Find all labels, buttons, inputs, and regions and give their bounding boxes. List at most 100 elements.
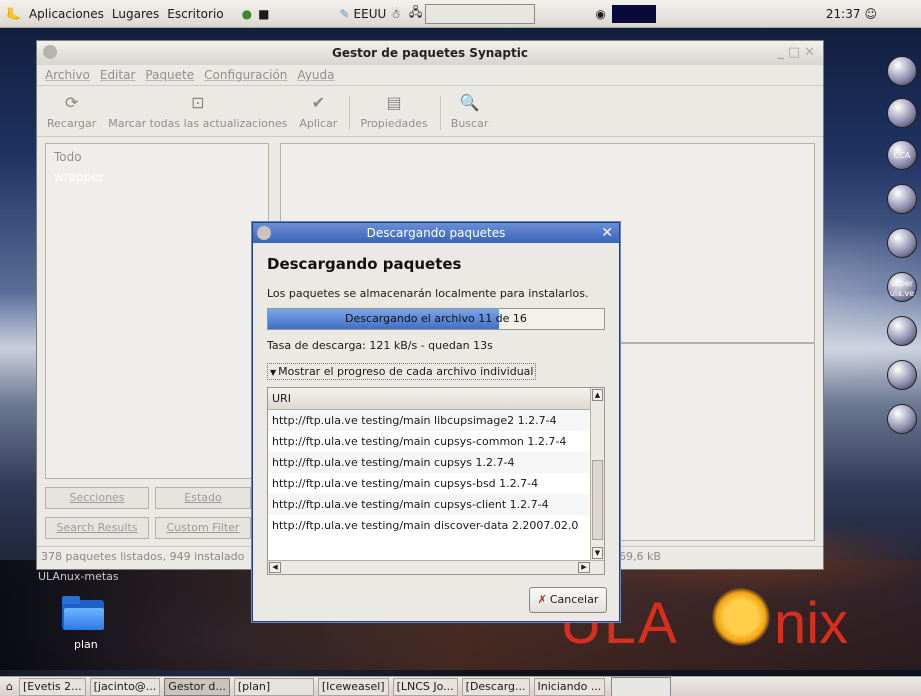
task-iceweasel[interactable]: [Iceweasel]: [317, 677, 389, 696]
ulanix-logo-nix: nix: [774, 591, 849, 656]
list-item[interactable]: http://ftp.ula.ve testing/main discover-…: [268, 515, 590, 536]
task-iniciando[interactable]: Iniciando ...: [533, 677, 606, 696]
window-controls[interactable]: _□✕: [777, 41, 819, 65]
menu-paquete[interactable]: Paquete: [145, 68, 194, 82]
progress-text: Descargando el archivo 11 de 16: [345, 312, 527, 325]
scroll-right-arrow-icon[interactable]: ▶: [578, 562, 590, 573]
task-lncs[interactable]: [LNCS Jo...: [392, 677, 458, 696]
dock-icon-8[interactable]: [887, 360, 917, 390]
apply-label: Aplicar: [299, 117, 338, 130]
menu-places[interactable]: Lugares: [108, 7, 163, 21]
workspace-switcher-bottom[interactable]: [611, 676, 672, 696]
dock-icon-saber[interactable]: saber ula.ve: [887, 272, 917, 302]
task-evetis[interactable]: [Evetis 2...: [18, 677, 86, 696]
uri-rows: http://ftp.ula.ve testing/main libcupsim…: [268, 410, 604, 536]
scroll-down-arrow-icon[interactable]: ▼: [592, 547, 603, 559]
dock-icon-9[interactable]: [887, 404, 917, 434]
toolbar-separator: [349, 96, 351, 130]
menu-desktop[interactable]: Escritorio: [163, 7, 227, 21]
reload-button[interactable]: ⟳ Recargar: [47, 93, 96, 130]
reload-label: Recargar: [47, 117, 97, 130]
checkmark-icon: ✔: [311, 93, 326, 112]
scroll-up-arrow-icon[interactable]: ▲: [592, 389, 603, 401]
user-icon[interactable]: ☺: [865, 7, 878, 21]
properties-button[interactable]: ▤ Propiedades: [360, 93, 427, 130]
package-description: [615, 343, 815, 541]
synaptic-title: Gestor de paquetes Synaptic: [332, 46, 528, 60]
taskbar: ⌂ [Evetis 2... [jacinto@... Gestor d... …: [0, 676, 921, 696]
search-results-button[interactable]: Search Results: [45, 517, 149, 539]
system-monitor: [611, 4, 656, 23]
terminal-launcher-icon[interactable]: ■: [258, 7, 269, 21]
folder-label[interactable]: plan: [74, 638, 98, 651]
status-size: 69,6 kB: [619, 550, 661, 563]
scroll-left-arrow-icon[interactable]: ◀: [269, 562, 281, 573]
dock-icon-5[interactable]: [887, 228, 917, 258]
status-package-count: 378 paquetes listados, 949 instalado: [41, 550, 245, 563]
top-panel: 🦶 Aplicaciones Lugares Escritorio ● ■ ✎ …: [0, 0, 921, 28]
reload-icon: ⟳: [64, 93, 79, 112]
synaptic-titlebar[interactable]: Gestor de paquetes Synaptic _□✕: [37, 41, 823, 65]
foot-menu-icon[interactable]: 🦶: [6, 7, 21, 21]
scroll-thumb[interactable]: [592, 460, 603, 540]
task-terminal[interactable]: [jacinto@...: [89, 677, 161, 696]
folder-icon[interactable]: [62, 596, 104, 630]
dock-icon-cca[interactable]: CCA: [887, 140, 917, 170]
filter-item[interactable]: wrapper: [46, 170, 268, 184]
status-button[interactable]: Estado: [155, 487, 251, 509]
mark-all-upgrades-button[interactable]: ⊡ Marcar todas las actualizaciones: [108, 93, 287, 130]
keyboard-layout-label[interactable]: EEUU: [354, 7, 387, 21]
custom-filter-button[interactable]: Custom Filter: [155, 517, 251, 539]
show-desktop-icon[interactable]: ⌂: [6, 680, 13, 693]
sections-button[interactable]: Secciones: [45, 487, 149, 509]
list-item[interactable]: http://ftp.ula.ve testing/main cupsys-cl…: [268, 494, 590, 515]
vertical-scrollbar[interactable]: ▲ ▼: [590, 388, 604, 560]
task-descargando[interactable]: [Descarg...: [461, 677, 530, 696]
network-status-icon[interactable]: ◉: [595, 7, 605, 21]
cancel-button[interactable]: ✗ Cancelar: [529, 587, 607, 613]
search-label: Buscar: [450, 117, 489, 130]
clock-label[interactable]: 21:37: [826, 7, 861, 21]
synaptic-menubar: Archivo Editar Paquete Configuración Ayu…: [37, 65, 823, 85]
properties-label: Propiedades: [360, 117, 428, 130]
menu-applications[interactable]: Aplicaciones: [25, 7, 108, 21]
filter-list[interactable]: Todo wrapper: [45, 143, 269, 479]
menu-editar[interactable]: Editar: [100, 68, 136, 82]
desktop-label-ulanux[interactable]: ULAnux-metas: [38, 570, 119, 583]
workspace-switcher[interactable]: [425, 3, 536, 24]
task-synaptic[interactable]: Gestor d...: [164, 677, 230, 696]
task-plan[interactable]: [plan]: [233, 677, 314, 696]
list-item[interactable]: http://ftp.ula.ve testing/main cupsys-bs…: [268, 473, 590, 494]
edit-icon[interactable]: ✎: [339, 7, 349, 21]
expander-triangle-icon: ▼: [270, 368, 277, 377]
dock-icon-2[interactable]: [887, 98, 917, 128]
mark-upgrades-icon: ⊡: [191, 93, 205, 112]
sun-logo-icon: [712, 588, 770, 646]
browser-launcher-icon[interactable]: ●: [242, 7, 252, 21]
dock-icon-4[interactable]: [887, 184, 917, 214]
uri-column-header[interactable]: URI: [268, 388, 590, 410]
show-progress-expander[interactable]: ▼ Mostrar el progreso de cada archivo ind…: [267, 363, 537, 380]
download-progress-bar: Descargando el archivo 11 de 16: [267, 308, 605, 330]
list-item[interactable]: http://ftp.ula.ve testing/main libcupsim…: [268, 410, 590, 431]
menu-ayuda[interactable]: Ayuda: [297, 68, 334, 82]
properties-icon: ▤: [386, 93, 402, 112]
accessibility-icon[interactable]: ☃: [390, 7, 401, 21]
menu-configuracion[interactable]: Configuración: [204, 68, 287, 82]
search-button[interactable]: 🔍 Buscar: [451, 93, 489, 130]
dock-icon-7[interactable]: [887, 316, 917, 346]
mark-all-label: Marcar todas las actualizaciones: [108, 117, 288, 130]
filter-header[interactable]: Todo: [46, 144, 268, 170]
cancel-icon: ✗: [537, 593, 547, 606]
horizontal-scrollbar[interactable]: ◀ ▶: [268, 560, 604, 574]
close-icon[interactable]: ✕: [601, 223, 613, 243]
apply-button[interactable]: ✔ Aplicar: [299, 93, 337, 130]
list-item[interactable]: http://ftp.ula.ve testing/main cupsys-co…: [268, 431, 590, 452]
menu-archivo[interactable]: Archivo: [45, 68, 90, 82]
dialog-titlebar[interactable]: Descargando paquetes ✕: [253, 223, 619, 243]
network-icon[interactable]: 🖧: [409, 3, 422, 24]
dock-icon-1[interactable]: [887, 56, 917, 86]
list-item[interactable]: http://ftp.ula.ve testing/main cupsys 1.…: [268, 452, 590, 473]
uri-list[interactable]: URI http://ftp.ula.ve testing/main libcu…: [267, 387, 605, 575]
synaptic-toolbar: ⟳ Recargar ⊡ Marcar todas las actualizac…: [37, 85, 823, 137]
